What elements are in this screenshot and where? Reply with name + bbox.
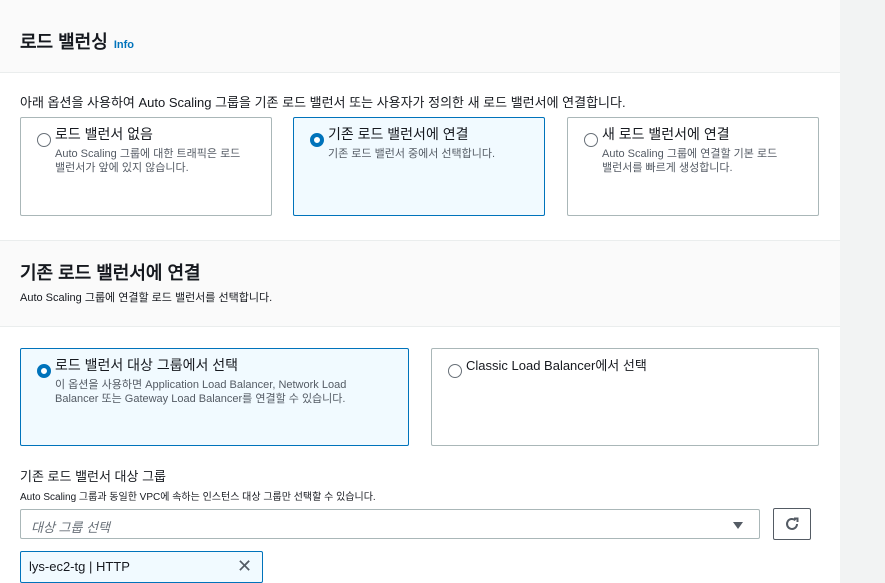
- load-balancing-description: 아래 옵션을 사용하여 Auto Scaling 그룹을 기존 로드 밸런서 또…: [20, 95, 626, 110]
- attach-existing-title: 기존 로드 밸런서에 연결: [20, 263, 201, 283]
- option-title: 새 로드 밸런서에 연결: [602, 126, 730, 142]
- option-desc: 기존 로드 밸런서 중에서 선택합니다.: [328, 148, 496, 160]
- refresh-icon: [786, 517, 799, 530]
- target-group-label: 기존 로드 밸런서 대상 그룹: [20, 469, 167, 484]
- right-gutter: [840, 0, 885, 583]
- target-group-select[interactable]: 대상 그룹 선택: [20, 509, 760, 539]
- option-title: 기존 로드 밸런서에 연결: [328, 126, 469, 142]
- option-title: 로드 밸런서 대상 그룹에서 선택: [55, 357, 238, 373]
- token-label: lys-ec2-tg | HTTP: [29, 559, 130, 574]
- option-existing-load-balancer[interactable]: 기존 로드 밸런서에 연결 기존 로드 밸런서 중에서 선택합니다.: [293, 117, 545, 216]
- option-desc: 이 옵션을 사용하면 Application Load Balancer, Ne…: [55, 379, 347, 405]
- option-title: Classic Load Balancer에서 선택: [466, 358, 647, 373]
- refresh-button[interactable]: [773, 508, 811, 540]
- caret-down-icon: [733, 522, 743, 529]
- option-desc: Auto Scaling 그룹에 대한 트래픽은 로드 밸런서가 앞에 있지 않…: [55, 148, 241, 174]
- option-no-load-balancer[interactable]: 로드 밸런서 없음 Auto Scaling 그룹에 대한 트래픽은 로드 밸런…: [20, 117, 272, 216]
- radio-icon[interactable]: [448, 364, 462, 378]
- radio-icon[interactable]: [310, 133, 324, 147]
- option-classic-load-balancer[interactable]: Classic Load Balancer에서 선택: [431, 348, 819, 446]
- option-desc: Auto Scaling 그룹에 연결할 기본 로드 밸런서를 빠르게 생성합니…: [602, 148, 778, 174]
- load-balancing-header: 로드 밸런싱 Info: [0, 0, 840, 73]
- target-group-hint: Auto Scaling 그룹과 동일한 VPC에 속하는 인스턴스 대상 그룹…: [20, 492, 376, 503]
- attach-existing-subtitle: Auto Scaling 그룹에 연결할 로드 밸런서를 선택합니다.: [20, 292, 273, 304]
- content-panel: 로드 밸런싱 Info 아래 옵션을 사용하여 Auto Scaling 그룹을…: [0, 0, 840, 583]
- radio-icon[interactable]: [584, 133, 598, 147]
- attach-existing-header: 기존 로드 밸런서에 연결 Auto Scaling 그룹에 연결할 로드 밸런…: [0, 240, 840, 327]
- load-balancing-title: 로드 밸런싱: [20, 32, 108, 52]
- select-placeholder: 대상 그룹 선택: [31, 520, 110, 535]
- option-title: 로드 밸런서 없음: [55, 126, 153, 142]
- option-new-load-balancer[interactable]: 새 로드 밸런서에 연결 Auto Scaling 그룹에 연결할 기본 로드 …: [567, 117, 819, 216]
- radio-icon[interactable]: [37, 364, 51, 378]
- info-link[interactable]: Info: [114, 39, 134, 51]
- radio-icon[interactable]: [37, 133, 51, 147]
- selected-target-group-token: lys-ec2-tg | HTTP ✕: [20, 551, 263, 583]
- close-icon[interactable]: ✕: [237, 556, 252, 576]
- option-target-group[interactable]: 로드 밸런서 대상 그룹에서 선택 이 옵션을 사용하면 Application…: [20, 348, 409, 446]
